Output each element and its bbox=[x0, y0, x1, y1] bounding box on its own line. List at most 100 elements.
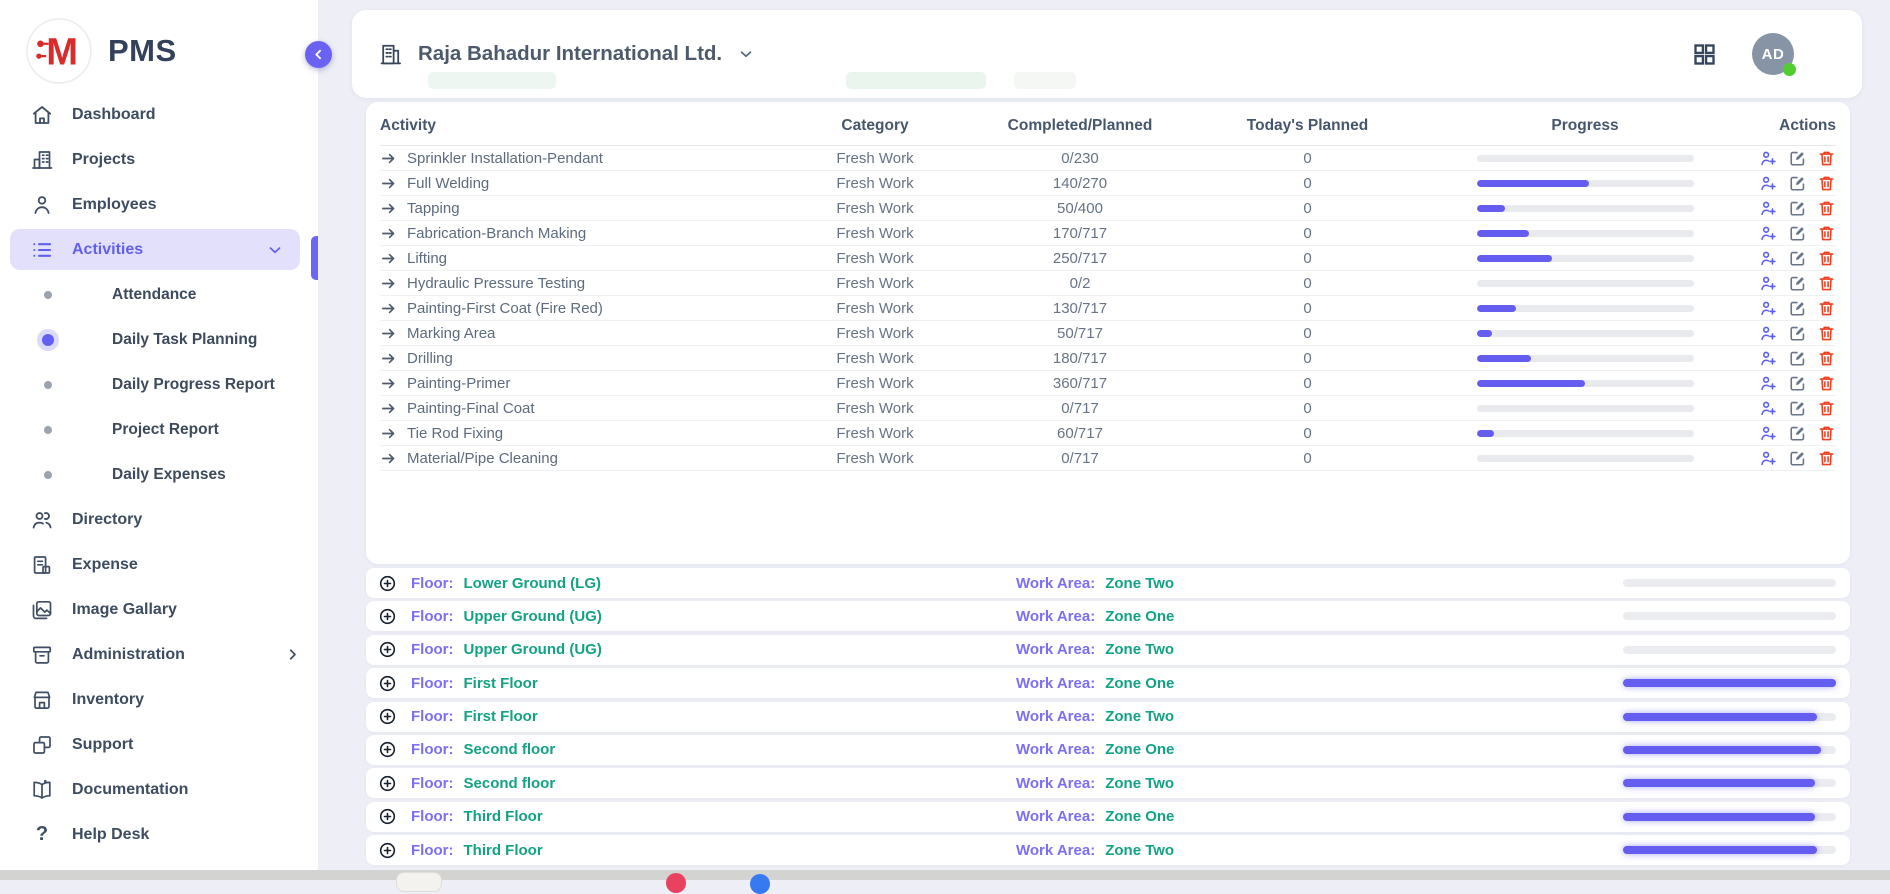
sidebar-collapse-button[interactable] bbox=[305, 41, 332, 68]
sidebar-item-inventory[interactable]: Inventory bbox=[0, 677, 318, 722]
arrow-right-icon bbox=[380, 450, 397, 467]
edit-button[interactable] bbox=[1788, 449, 1807, 468]
progress-bar bbox=[1477, 155, 1694, 162]
edit-button[interactable] bbox=[1788, 399, 1807, 418]
table-row: Painting-First Coat (Fire Red) Fresh Wor… bbox=[380, 296, 1836, 321]
delete-button[interactable] bbox=[1817, 274, 1836, 293]
edit-button[interactable] bbox=[1788, 149, 1807, 168]
sidebar-item-help-desk[interactable]: ? Help Desk bbox=[0, 812, 318, 857]
sidebar-item-administration[interactable]: Administration bbox=[0, 632, 318, 677]
category-value: Fresh Work bbox=[790, 150, 960, 167]
assign-user-button[interactable] bbox=[1759, 424, 1778, 443]
expand-plus-icon[interactable] bbox=[378, 740, 397, 759]
taskbar-item[interactable] bbox=[750, 874, 770, 894]
chevron-down-icon[interactable] bbox=[737, 45, 755, 63]
todays-planned-value: 0 bbox=[1200, 175, 1415, 192]
assign-user-button[interactable] bbox=[1759, 399, 1778, 418]
delete-button[interactable] bbox=[1817, 399, 1836, 418]
activity-name: Marking Area bbox=[407, 325, 495, 342]
floor-name: Second floor bbox=[464, 775, 556, 792]
edit-button[interactable] bbox=[1788, 274, 1807, 293]
work-area-name: Zone One bbox=[1105, 608, 1174, 625]
sidebar-item-support[interactable]: Support bbox=[0, 722, 318, 767]
taskbar bbox=[0, 870, 1890, 880]
progress-bar-fill bbox=[1477, 380, 1586, 387]
delete-button[interactable] bbox=[1817, 149, 1836, 168]
assign-user-button[interactable] bbox=[1759, 349, 1778, 368]
arrow-right-icon bbox=[380, 275, 397, 292]
assign-user-button[interactable] bbox=[1759, 274, 1778, 293]
sidebar-item-image-gallary[interactable]: Image Gallary bbox=[0, 587, 318, 632]
delete-button[interactable] bbox=[1817, 174, 1836, 193]
expand-plus-icon[interactable] bbox=[378, 841, 397, 860]
sidebar-subitem-daily-progress-report[interactable]: Daily Progress Report bbox=[0, 362, 318, 407]
edit-button[interactable] bbox=[1788, 374, 1807, 393]
assign-user-button[interactable] bbox=[1759, 299, 1778, 318]
delete-button[interactable] bbox=[1817, 424, 1836, 443]
edit-button[interactable] bbox=[1788, 349, 1807, 368]
assign-user-button[interactable] bbox=[1759, 449, 1778, 468]
user-avatar[interactable]: AD bbox=[1752, 33, 1794, 75]
progress-bar-fill bbox=[1477, 430, 1494, 437]
expand-plus-icon[interactable] bbox=[378, 774, 397, 793]
sidebar-subitem-daily-task-planning[interactable]: Daily Task Planning bbox=[0, 317, 318, 362]
top-header: Raja Bahadur International Ltd. AD bbox=[352, 10, 1862, 98]
edit-button[interactable] bbox=[1788, 424, 1807, 443]
sidebar-subitem-project-report[interactable]: Project Report bbox=[0, 407, 318, 452]
todays-planned-value: 0 bbox=[1200, 425, 1415, 442]
assign-user-button[interactable] bbox=[1759, 224, 1778, 243]
progress-bar bbox=[1477, 305, 1694, 312]
sidebar-item-expense[interactable]: Expense bbox=[0, 542, 318, 587]
delete-button[interactable] bbox=[1817, 349, 1836, 368]
edit-button[interactable] bbox=[1788, 199, 1807, 218]
floor-progress-bar bbox=[1623, 746, 1836, 754]
arrow-right-icon bbox=[380, 350, 397, 367]
completed-planned-value: 130/717 bbox=[960, 300, 1200, 317]
taskbar-item[interactable] bbox=[666, 873, 686, 893]
sidebar-item-documentation[interactable]: Documentation bbox=[0, 767, 318, 812]
expand-plus-icon[interactable] bbox=[378, 807, 397, 826]
delete-button[interactable] bbox=[1817, 199, 1836, 218]
sidebar-item-employees[interactable]: Employees bbox=[0, 182, 318, 227]
assign-user-button[interactable] bbox=[1759, 249, 1778, 268]
delete-button[interactable] bbox=[1817, 324, 1836, 343]
expand-plus-icon[interactable] bbox=[378, 707, 397, 726]
category-value: Fresh Work bbox=[790, 425, 960, 442]
sidebar-item-dashboard[interactable]: Dashboard bbox=[0, 92, 318, 137]
assign-user-button[interactable] bbox=[1759, 374, 1778, 393]
category-value: Fresh Work bbox=[790, 350, 960, 367]
todays-planned-value: 0 bbox=[1200, 400, 1415, 417]
edit-button[interactable] bbox=[1788, 299, 1807, 318]
floor-row: Floor: First Floor Work Area: Zone One bbox=[366, 668, 1850, 698]
sidebar-item-projects[interactable]: Projects bbox=[0, 137, 318, 182]
expand-plus-icon[interactable] bbox=[378, 607, 397, 626]
assign-user-button[interactable] bbox=[1759, 174, 1778, 193]
activity-name: Lifting bbox=[407, 250, 447, 267]
delete-button[interactable] bbox=[1817, 299, 1836, 318]
company-selector-label[interactable]: Raja Bahadur International Ltd. bbox=[418, 42, 722, 66]
expand-plus-icon[interactable] bbox=[378, 574, 397, 593]
edit-button[interactable] bbox=[1788, 249, 1807, 268]
assign-user-button[interactable] bbox=[1759, 199, 1778, 218]
assign-user-button[interactable] bbox=[1759, 324, 1778, 343]
sidebar-subitem-daily-expenses[interactable]: Daily Expenses bbox=[0, 452, 318, 497]
edit-button[interactable] bbox=[1788, 324, 1807, 343]
expand-plus-icon[interactable] bbox=[378, 674, 397, 693]
arrow-right-icon bbox=[380, 425, 397, 442]
sidebar-item-activities[interactable]: Activities bbox=[10, 229, 300, 270]
apps-grid-icon[interactable] bbox=[1691, 41, 1718, 68]
delete-button[interactable] bbox=[1817, 224, 1836, 243]
assign-user-button[interactable] bbox=[1759, 149, 1778, 168]
edit-button[interactable] bbox=[1788, 224, 1807, 243]
taskbar-item[interactable] bbox=[396, 872, 442, 892]
sidebar-item-directory[interactable]: Directory bbox=[0, 497, 318, 542]
edit-button[interactable] bbox=[1788, 174, 1807, 193]
expand-plus-icon[interactable] bbox=[378, 640, 397, 659]
delete-button[interactable] bbox=[1817, 249, 1836, 268]
floor-progress-fill bbox=[1623, 813, 1815, 821]
sidebar-subitem-attendance[interactable]: Attendance bbox=[0, 272, 318, 317]
delete-button[interactable] bbox=[1817, 449, 1836, 468]
delete-button[interactable] bbox=[1817, 374, 1836, 393]
sidebar-subitem-label: Daily Progress Report bbox=[112, 376, 275, 394]
floor-label: Floor: bbox=[411, 708, 454, 725]
